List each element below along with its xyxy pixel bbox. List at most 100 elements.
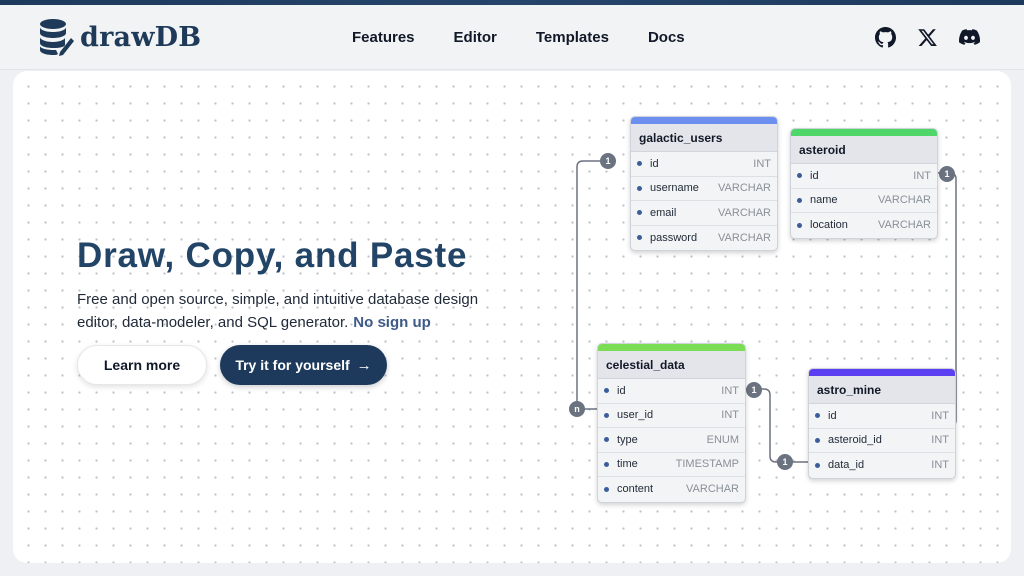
field-type: VARCHAR [686,483,739,496]
field-name-wrap: id [637,158,659,170]
field-type: INT [931,409,949,422]
field-name-wrap: time [604,458,638,470]
nav-templates[interactable]: Templates [536,29,609,46]
field-name-wrap: location [797,219,848,231]
relation-badge-one: 1 [777,454,793,470]
arrow-right-icon: → [356,356,372,374]
try-it-button[interactable]: Try it for yourself → [220,345,387,385]
table-field[interactable]: location VARCHAR [791,213,937,238]
social-links [854,26,980,48]
field-type: INT [931,459,949,472]
table-field[interactable]: password VARCHAR [631,226,777,251]
field-type: INT [721,409,739,422]
field-name: content [617,483,654,496]
field-name: email [650,206,677,219]
table-asteroid[interactable]: asteroid id INT name VARCHAR location VARCH… [790,128,938,239]
table-field[interactable]: id INT [631,152,777,177]
x-icon[interactable] [916,26,938,48]
table-color-bar [809,369,955,376]
field-dot-icon [797,197,802,203]
table-field[interactable]: time TIMESTAMP [598,453,745,477]
navbar: drawDB Features Editor Templates Docs [0,5,1024,70]
field-type: VARCHAR [878,194,931,207]
field-name-wrap: asteroid_id [815,434,882,446]
logo[interactable]: drawDB [38,18,201,56]
table-galactic-users[interactable]: galactic_users id INT username VARCHAR ema… [630,116,778,251]
field-dot-icon [604,437,609,443]
field-name-wrap: user_id [604,409,653,421]
field-name: password [650,231,698,244]
database-logo-icon [40,19,74,56]
table-field[interactable]: name VARCHAR [791,189,937,213]
hero-desc-line-1: Free and open source, simple, and intuit… [77,291,479,308]
field-type: INT [721,384,739,397]
table-astro-mine[interactable]: astro_mine id INT asteroid_id INT data_id I… [808,368,956,479]
relation-badge-one: 1 [939,166,955,182]
field-type: INT [931,434,949,447]
brand-name: drawDB [80,21,202,53]
field-name: username [650,182,699,195]
field-name-wrap: id [604,385,626,397]
field-dot-icon [637,210,642,216]
table-header: celestial_data [598,351,745,379]
nav-docs[interactable]: Docs [648,29,685,46]
field-dot-icon [637,161,642,167]
table-field[interactable]: user_id INT [598,404,745,428]
field-name-wrap: password [637,232,697,244]
hero-description: Free and open source, simple, and intuit… [77,288,479,334]
field-dot-icon [815,437,820,443]
field-name-wrap: type [604,434,638,446]
table-color-bar [598,344,745,351]
try-it-label: Try it for yourself [235,357,350,373]
table-header: galactic_users [631,124,777,152]
field-name: location [810,219,848,232]
field-type: VARCHAR [878,219,931,232]
table-field[interactable]: id INT [809,404,955,429]
learn-more-button[interactable]: Learn more [77,345,207,385]
field-dot-icon [604,412,609,418]
field-name-wrap: id [815,410,837,422]
table-field[interactable]: email VARCHAR [631,201,777,226]
table-field[interactable]: asteroid_id INT [809,429,955,453]
field-dot-icon [637,185,642,191]
table-field[interactable]: id INT [791,164,937,189]
relation-badge-many: n [569,401,585,417]
table-field[interactable]: type ENUM [598,428,745,453]
table-field[interactable]: username VARCHAR [631,177,777,201]
table-header: astro_mine [809,376,955,404]
field-name: type [617,433,638,446]
nav-links: Features Editor Templates Docs [352,29,724,46]
nav-editor[interactable]: Editor [454,29,497,46]
hero-desc-line-2-wrap: editor, data-modeler, and SQL generator.… [77,311,477,334]
nav-features[interactable]: Features [352,29,415,46]
field-name: id [617,384,626,397]
field-dot-icon [604,461,609,467]
table-celestial-data[interactable]: celestial_data id INT user_id INT type ENUM… [597,343,746,503]
field-dot-icon [797,222,802,228]
field-name: id [810,169,819,182]
field-dot-icon [604,388,609,394]
table-header: asteroid [791,136,937,164]
table-color-bar [631,117,777,124]
field-name: id [828,409,837,422]
discord-icon[interactable] [958,26,980,48]
field-name-wrap: name [797,194,838,206]
field-dot-icon [815,462,820,468]
field-type: VARCHAR [718,231,771,244]
table-field[interactable]: id INT [598,379,745,404]
table-field[interactable]: data_id INT [809,453,955,478]
no-sign-up-label: No sign up [353,314,431,331]
field-type: INT [913,169,931,182]
github-icon[interactable] [874,26,896,48]
field-name-wrap: username [637,182,699,194]
table-field[interactable]: content VARCHAR [598,477,745,502]
field-name-wrap: id [797,170,819,182]
field-name: asteroid_id [828,434,882,447]
field-name: user_id [617,409,654,422]
field-name: time [617,458,638,471]
field-type: VARCHAR [718,206,771,219]
hero-title: Draw, Copy, and Paste [77,236,468,275]
hero-desc-line-2: editor, data-modeler, and SQL generator. [77,314,349,331]
field-dot-icon [637,235,642,241]
field-name-wrap: content [604,483,653,495]
